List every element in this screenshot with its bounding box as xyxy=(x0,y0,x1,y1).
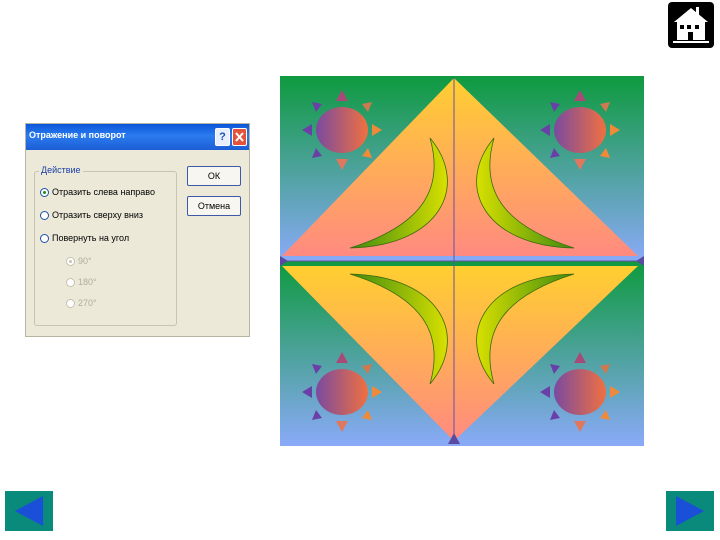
radio-label: Повернуть на угол xyxy=(52,233,130,243)
radio-angle-90[interactable]: 90° xyxy=(66,254,92,268)
next-slide-button[interactable] xyxy=(666,491,714,531)
radio-flip-vertical[interactable]: Отразить сверху вниз xyxy=(40,208,143,222)
radio-indicator xyxy=(40,210,49,220)
close-button[interactable] xyxy=(232,128,247,146)
radio-indicator xyxy=(66,277,75,287)
radio-indicator xyxy=(66,298,75,308)
prev-slide-button[interactable] xyxy=(5,491,53,531)
house-icon xyxy=(673,7,709,43)
arrow-left-icon xyxy=(15,496,43,526)
radio-label: 270° xyxy=(78,298,97,308)
radio-flip-horizontal[interactable]: Отразить слева направо xyxy=(40,185,155,199)
action-group-label: Действие xyxy=(39,165,83,175)
radio-angle-180[interactable]: 180° xyxy=(66,275,97,289)
symmetry-pattern xyxy=(280,76,644,446)
dialog-title: Отражение и поворот xyxy=(29,130,126,140)
dialog-titlebar: Отражение и поворот ? xyxy=(26,124,249,150)
radio-label: Отразить слева направо xyxy=(52,187,155,197)
radio-angle-270[interactable]: 270° xyxy=(66,296,97,310)
cancel-button[interactable]: Отмена xyxy=(187,196,241,216)
radio-indicator xyxy=(40,233,49,243)
help-button[interactable]: ? xyxy=(215,128,230,146)
close-icon xyxy=(235,132,244,142)
ok-button[interactable]: ОК xyxy=(187,166,241,186)
radio-indicator xyxy=(40,187,49,197)
arrow-right-icon xyxy=(676,496,704,526)
radio-label: Отразить сверху вниз xyxy=(52,210,143,220)
home-button[interactable] xyxy=(668,2,714,48)
radio-label: 90° xyxy=(78,256,92,266)
radio-indicator xyxy=(66,256,75,266)
radio-label: 180° xyxy=(78,277,97,287)
flip-rotate-dialog: Отражение и поворот ? Действие Отразить … xyxy=(25,123,250,337)
radio-rotate[interactable]: Повернуть на угол xyxy=(40,231,129,245)
